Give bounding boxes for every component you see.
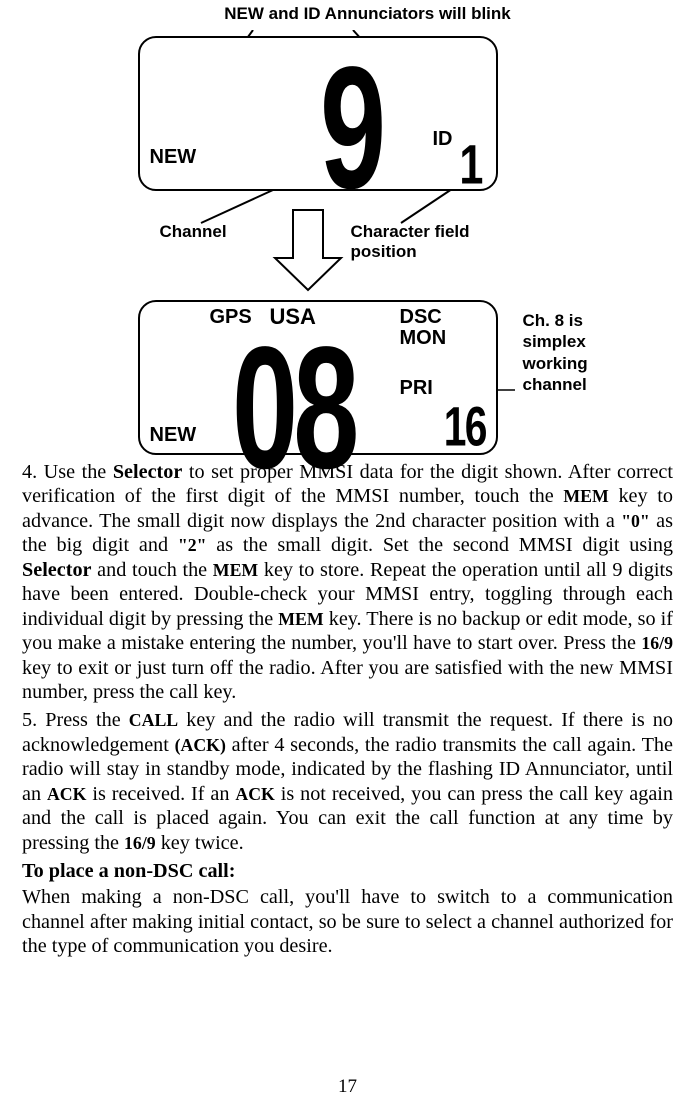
annunciator-new-2: NEW (150, 424, 197, 447)
t: 5. Press the (22, 709, 129, 731)
label-side-note: Ch. 8 is simplex working channel (523, 310, 588, 395)
kw-2: "2" (178, 535, 207, 555)
figure-area: NEW ID 9 1 Channel Character field posit… (23, 30, 673, 460)
lcd1-small-digit: 1 (459, 134, 483, 197)
kw-169: 16/9 (641, 633, 673, 653)
label-char-field-1: Character field (351, 222, 470, 242)
kw-0: "0" (621, 511, 650, 531)
kw-ack: ACK (47, 784, 86, 804)
subhead-non-dsc: To place a non-DSC call: (22, 859, 673, 883)
body-text: 4. Use the Selector to set proper MMSI d… (22, 460, 673, 959)
lcd-display-2: GPS USA DSC MON PRI NEW 08 16 (138, 300, 498, 455)
step-5: 5. Press the CALL key and the radio will… (22, 708, 673, 855)
annunciator-new: NEW (150, 146, 197, 169)
page-number: 17 (0, 1076, 695, 1098)
kw-169b: 16/9 (124, 833, 156, 853)
kw-mem: MEM (563, 486, 608, 506)
t: is received. If an (86, 783, 235, 805)
kw-selector: Selector (113, 461, 183, 483)
t: as the small digit. Set the second MMSI … (206, 534, 673, 556)
label-char-field-2: position (351, 242, 417, 262)
kw-ackp: (ACK) (175, 735, 226, 755)
lcd2-big-digit: 08 (232, 308, 354, 508)
kw-call: CALL (129, 710, 178, 730)
lcd-display-1: NEW ID 9 1 (138, 36, 498, 191)
label-channel: Channel (160, 222, 227, 242)
t: 4. Use the (22, 461, 113, 483)
kw-ack2: ACK (235, 784, 274, 804)
t: key to exit or just turn off the radio. … (22, 657, 673, 703)
side-l2: simplex (523, 332, 586, 351)
t: key twice. (156, 832, 244, 854)
paragraph-non-dsc: When making a non-DSC call, you'll have … (22, 885, 673, 958)
kw-selector2: Selector (22, 559, 92, 581)
annunciator-mon: MON (400, 327, 447, 350)
side-l4: channel (523, 375, 587, 394)
caption-top: NEW and ID Annunciators will blink (62, 0, 673, 30)
annunciator-dsc: DSC (400, 306, 442, 329)
lcd1-big-digit: 9 (320, 28, 386, 228)
annunciator-id: ID (433, 128, 453, 151)
lcd2-small-digit: 16 (443, 396, 485, 459)
t: and touch the (92, 559, 213, 581)
kw-mem2: MEM (213, 560, 258, 580)
annunciator-pri: PRI (400, 377, 433, 400)
kw-mem3: MEM (278, 609, 323, 629)
side-l3: working (523, 354, 588, 373)
side-l1: Ch. 8 is (523, 311, 583, 330)
